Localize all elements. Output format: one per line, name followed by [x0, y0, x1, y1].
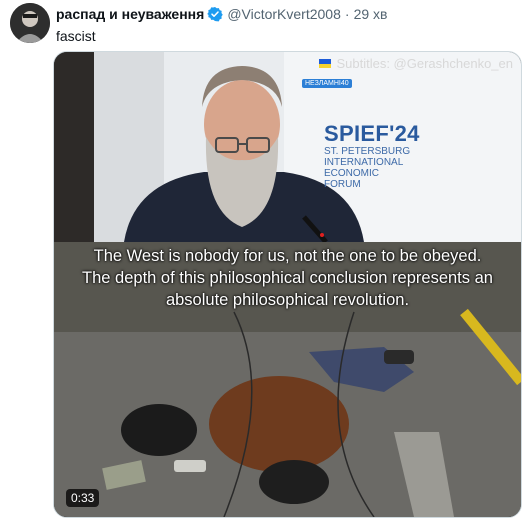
subtitle-credit: Subtitles: @Gerashchenko_en	[319, 56, 513, 71]
avatar-image	[10, 3, 50, 43]
timestamp[interactable]: 29 хв	[354, 5, 388, 23]
verified-badge-icon	[207, 6, 224, 22]
subtitle-credit-text: Subtitles: @Gerashchenko_en	[336, 56, 513, 71]
caption-line: absolute philosophical revolution.	[165, 291, 410, 309]
caption-line: The West is nobody for us, not the one t…	[93, 247, 482, 265]
caption-line: The depth of this philosophical conclusi…	[82, 269, 493, 287]
video-caption: The West is nobody for us, not the one t…	[54, 245, 521, 311]
channel-badge: НЕЗЛАМНІ40	[302, 79, 352, 88]
forum-title: SPIEF'24	[324, 121, 420, 146]
tweet[interactable]: распад и неуваження @VictorKvert2008 · 2…	[0, 0, 532, 532]
avatar[interactable]	[10, 3, 50, 43]
forum-line: ECONOMIC	[324, 168, 379, 179]
tweet-text: fascist	[56, 28, 96, 44]
forum-line: INTERNATIONAL	[324, 157, 404, 168]
separator-dot: ·	[344, 6, 350, 22]
ukraine-flag-icon	[319, 59, 332, 68]
video-duration-badge: 0:33	[66, 489, 100, 507]
forum-line: ST. PETERSBURG	[324, 146, 411, 157]
tweet-header: распад и неуваження @VictorKvert2008 · 2…	[56, 5, 387, 23]
forum-line: FORUM	[324, 179, 361, 190]
author-handle[interactable]: @VictorKvert2008	[227, 5, 341, 23]
video-player[interactable]: Subtitles: @Gerashchenko_en НЕЗЛАМНІ40 S…	[53, 51, 522, 518]
author-name[interactable]: распад и неуваження	[56, 5, 204, 23]
forum-logo: SPIEF'24 ST. PETERSBURG INTERNATIONAL EC…	[324, 121, 420, 191]
